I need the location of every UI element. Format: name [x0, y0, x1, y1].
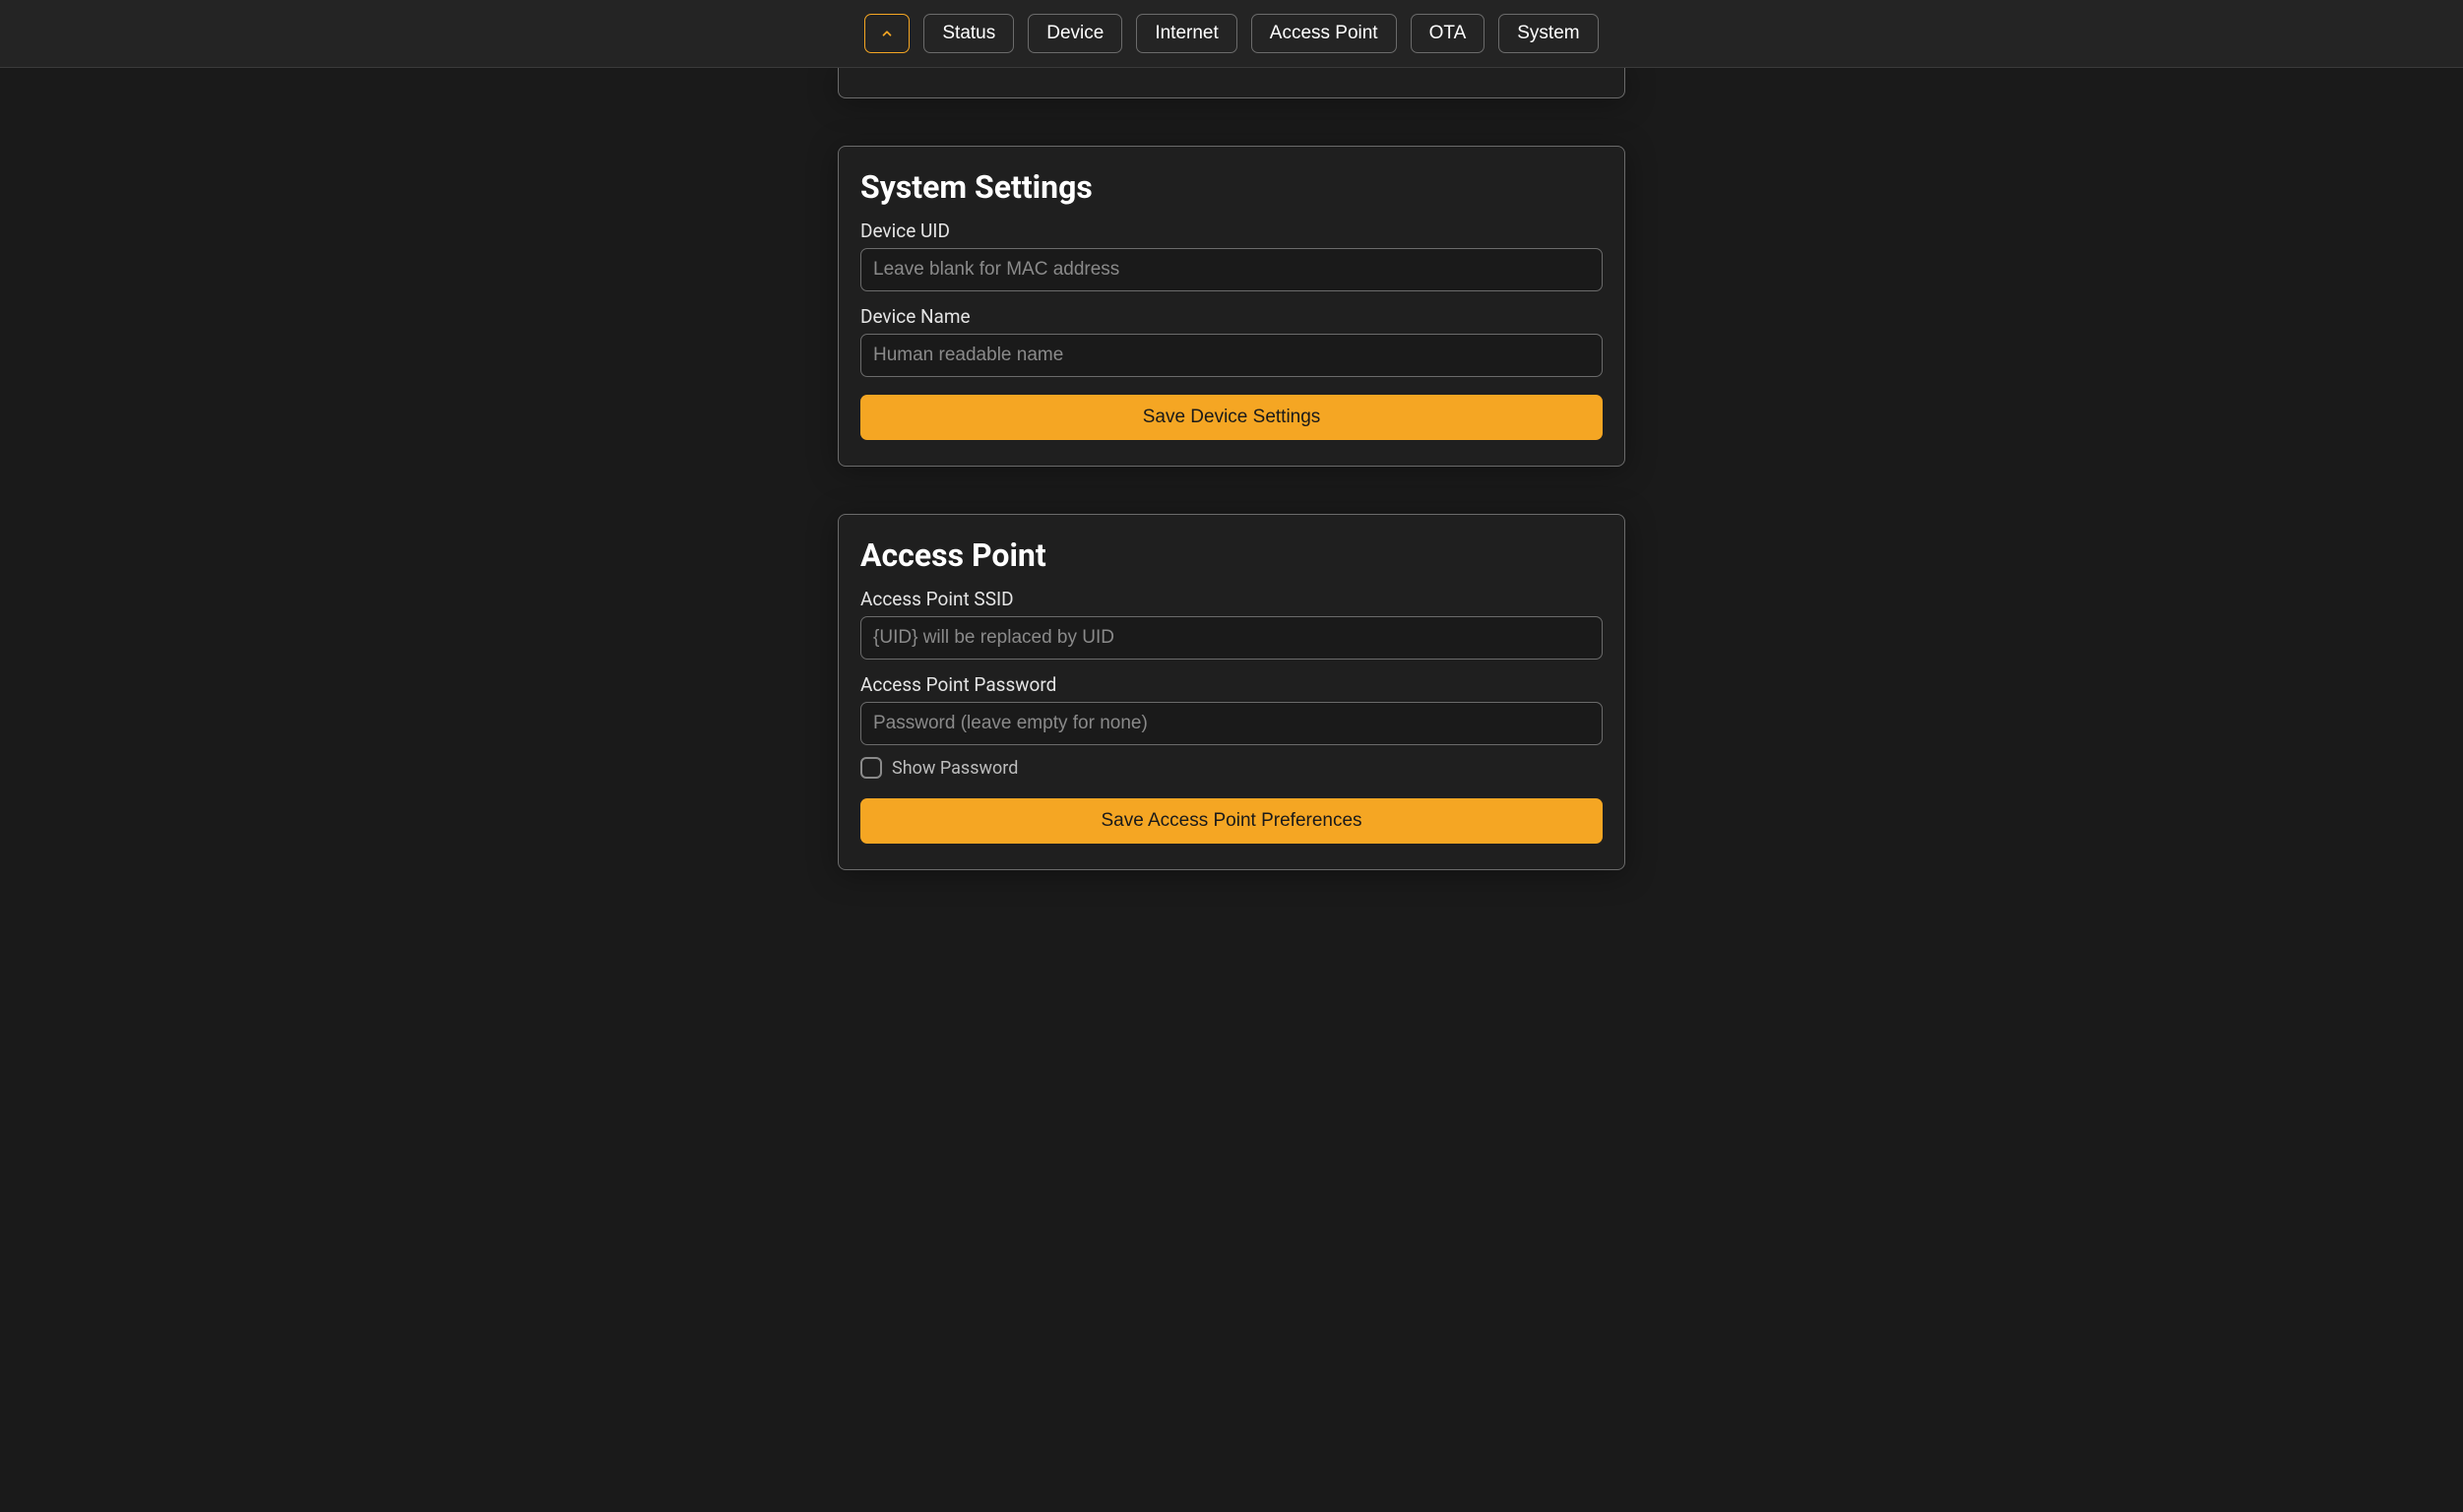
save-access-point-button[interactable]: Save Access Point Preferences: [860, 798, 1603, 844]
system-settings-title: System Settings: [860, 168, 1603, 206]
nav-status-button[interactable]: Status: [923, 14, 1014, 53]
device-uid-label: Device UID: [860, 220, 1603, 242]
top-nav: Status Device Internet Access Point OTA …: [0, 0, 2463, 68]
page-content: System Settings Device UID Device Name S…: [0, 68, 2463, 929]
ap-ssid-label: Access Point SSID: [860, 588, 1603, 610]
ap-password-input[interactable]: [860, 702, 1603, 745]
access-point-title: Access Point: [860, 536, 1603, 574]
device-name-input[interactable]: [860, 334, 1603, 377]
show-password-row: Show Password: [860, 757, 1603, 779]
nav-device-button[interactable]: Device: [1028, 14, 1122, 53]
nav-access-point-button[interactable]: Access Point: [1251, 14, 1397, 53]
nav-ota-button[interactable]: OTA: [1411, 14, 1485, 53]
save-device-settings-button[interactable]: Save Device Settings: [860, 395, 1603, 440]
nav-system-button[interactable]: System: [1498, 14, 1598, 53]
device-name-field: Device Name: [860, 305, 1603, 377]
chevron-up-icon: [880, 27, 894, 40]
device-uid-input[interactable]: [860, 248, 1603, 291]
show-password-checkbox[interactable]: [860, 757, 882, 779]
nav-internet-button[interactable]: Internet: [1136, 14, 1236, 53]
device-name-label: Device Name: [860, 305, 1603, 328]
nav-collapse-button[interactable]: [864, 14, 910, 53]
previous-card-fragment: [838, 68, 1625, 98]
ap-ssid-input[interactable]: [860, 616, 1603, 660]
show-password-label: Show Password: [892, 758, 1018, 779]
ap-password-field: Access Point Password: [860, 673, 1603, 745]
device-uid-field: Device UID: [860, 220, 1603, 291]
ap-ssid-field: Access Point SSID: [860, 588, 1603, 660]
system-settings-card: System Settings Device UID Device Name S…: [838, 146, 1625, 467]
ap-password-label: Access Point Password: [860, 673, 1603, 696]
access-point-card: Access Point Access Point SSID Access Po…: [838, 514, 1625, 870]
